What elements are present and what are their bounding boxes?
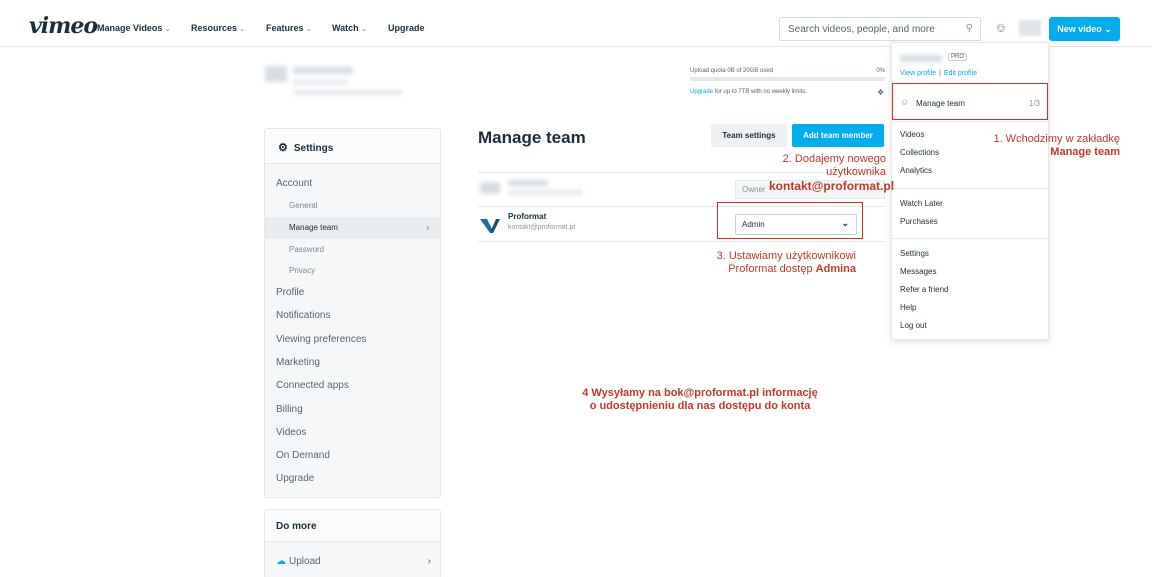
- chevron-right-icon: ›: [427, 556, 431, 567]
- cloud-upload-icon: ☁: [276, 556, 286, 567]
- annotation-step-1: 1. Wchodzimy w zakładkę Manage team: [993, 133, 1120, 158]
- profile-meta: [293, 80, 348, 85]
- sidebar-item-general[interactable]: General: [265, 195, 440, 217]
- sidebar-item-marketing[interactable]: Marketing: [265, 352, 440, 374]
- upload-quota: Upload quota 0B of 20GB used 0%: [690, 68, 885, 81]
- profile-links: View profile | Edit profile: [900, 70, 977, 77]
- do-more-title: Do more: [265, 510, 440, 542]
- chevron-down-icon: ⌄: [164, 24, 172, 33]
- sidebar-item-viewing-preferences[interactable]: Viewing preferences: [265, 329, 440, 351]
- sidebar-item-privacy[interactable]: Privacy: [265, 260, 440, 282]
- quota-bar: [690, 77, 885, 81]
- quota-percent: 0%: [876, 68, 885, 74]
- menu-log-out[interactable]: Log out: [900, 321, 927, 330]
- menu-user-name: [900, 55, 942, 62]
- view-profile-link[interactable]: View profile: [900, 70, 936, 77]
- menu-collections[interactable]: Collections: [900, 148, 939, 157]
- menu-messages[interactable]: Messages: [900, 267, 936, 276]
- chevron-down-icon: ⌄: [1104, 23, 1112, 34]
- menu-analytics[interactable]: Analytics: [900, 166, 932, 175]
- quota-upgrade-text: Upgrade for up to 7TB with no weekly lim…: [690, 89, 808, 95]
- menu-help[interactable]: Help: [900, 303, 916, 312]
- owner-name: [508, 180, 548, 186]
- info-icon[interactable]: ❖: [877, 88, 884, 97]
- owner-email: [508, 190, 583, 195]
- upload-link[interactable]: ☁ Upload ›: [276, 556, 431, 567]
- menu-settings[interactable]: Settings: [900, 249, 929, 258]
- menu-refer-a-friend[interactable]: Refer a friend: [900, 285, 948, 294]
- divider: [892, 238, 1048, 239]
- highlight-role: [717, 202, 863, 239]
- search-icon[interactable]: ⚲: [966, 23, 973, 34]
- upgrade-link[interactable]: Upgrade: [690, 89, 713, 95]
- profile-meta: [293, 90, 403, 95]
- sidebar-item-on-demand[interactable]: On Demand: [265, 445, 440, 467]
- annotation-owner-email: kontakt@proformat.pl: [769, 179, 895, 193]
- sidebar-item-billing[interactable]: Billing: [265, 399, 440, 421]
- search-box: ⚲: [779, 17, 981, 41]
- bell-icon[interactable]: ⎊: [996, 21, 1006, 36]
- chevron-down-icon: ⌄: [360, 24, 368, 33]
- divider: [892, 121, 1048, 122]
- chevron-right-icon: ›: [426, 223, 429, 232]
- proformat-logo: [480, 219, 500, 233]
- menu-videos[interactable]: Videos: [900, 130, 924, 139]
- menu-purchases[interactable]: Purchases: [900, 217, 938, 226]
- nav-resources[interactable]: Resources ⌄: [191, 23, 246, 33]
- pro-badge: PRO: [948, 53, 968, 61]
- member-email: kontakt@proformat.pl: [508, 224, 576, 231]
- divider: [478, 241, 886, 242]
- nav-upgrade[interactable]: Upgrade: [388, 23, 425, 33]
- team-settings-button[interactable]: Team settings: [711, 124, 787, 147]
- sidebar-header: ⚙ Settings: [265, 129, 440, 164]
- edit-profile-link[interactable]: Edit profile: [944, 70, 977, 77]
- quota-text: Upload quota 0B of 20GB used: [690, 68, 774, 74]
- do-more-panel: Do more ☁ Upload ›: [264, 509, 441, 577]
- gear-icon: ⚙: [278, 142, 288, 154]
- menu-watch-later[interactable]: Watch Later: [900, 199, 943, 208]
- vimeo-logo[interactable]: vimeo: [29, 13, 98, 39]
- settings-sidebar: ⚙ Settings Account General Manage team › P…: [264, 128, 441, 498]
- avatar[interactable]: [1019, 20, 1041, 36]
- page-title: Manage team: [478, 128, 586, 147]
- sidebar-item-videos[interactable]: Videos: [265, 422, 440, 444]
- annotation-step-3: 3. Ustawiamy użytkownikowi Proformat dos…: [716, 250, 856, 275]
- search-input[interactable]: [780, 18, 950, 40]
- divider: [892, 188, 1048, 189]
- nav-watch[interactable]: Watch ⌄: [332, 23, 367, 33]
- highlight-manage-team: [892, 83, 1048, 120]
- top-navigation: vimeo Manage Videos ⌄ Resources ⌄ Features…: [0, 0, 1152, 47]
- sidebar-item-connected-apps[interactable]: Connected apps: [265, 375, 440, 397]
- sidebar-item-manage-team[interactable]: Manage team ›: [265, 217, 440, 239]
- sidebar-item-password[interactable]: Password: [265, 239, 440, 261]
- nav-manage-videos[interactable]: Manage Videos ⌄: [97, 23, 171, 33]
- sidebar-item-profile[interactable]: Profile: [265, 282, 440, 304]
- sidebar-item-upgrade[interactable]: Upgrade: [265, 468, 440, 490]
- owner-avatar: [480, 182, 500, 194]
- chevron-down-icon: ⌄: [239, 24, 246, 33]
- annotation-step-4: 4 Wysyłamy na bok@proformat.pl informacj…: [582, 387, 818, 412]
- nav-features[interactable]: Features ⌄: [266, 23, 312, 33]
- sidebar-item-notifications[interactable]: Notifications: [265, 305, 440, 327]
- profile-avatar: [265, 66, 287, 82]
- member-name: Proformat: [508, 212, 547, 221]
- annotation-step-2: 2. Dodajemy nowego użytkownika: [782, 153, 886, 178]
- sidebar-item-account[interactable]: Account: [265, 173, 440, 195]
- profile-name: [293, 67, 353, 74]
- chevron-down-icon: ⌄: [305, 24, 313, 33]
- add-team-member-button[interactable]: Add team member: [792, 124, 884, 147]
- new-video-button[interactable]: New video ⌄: [1049, 17, 1120, 41]
